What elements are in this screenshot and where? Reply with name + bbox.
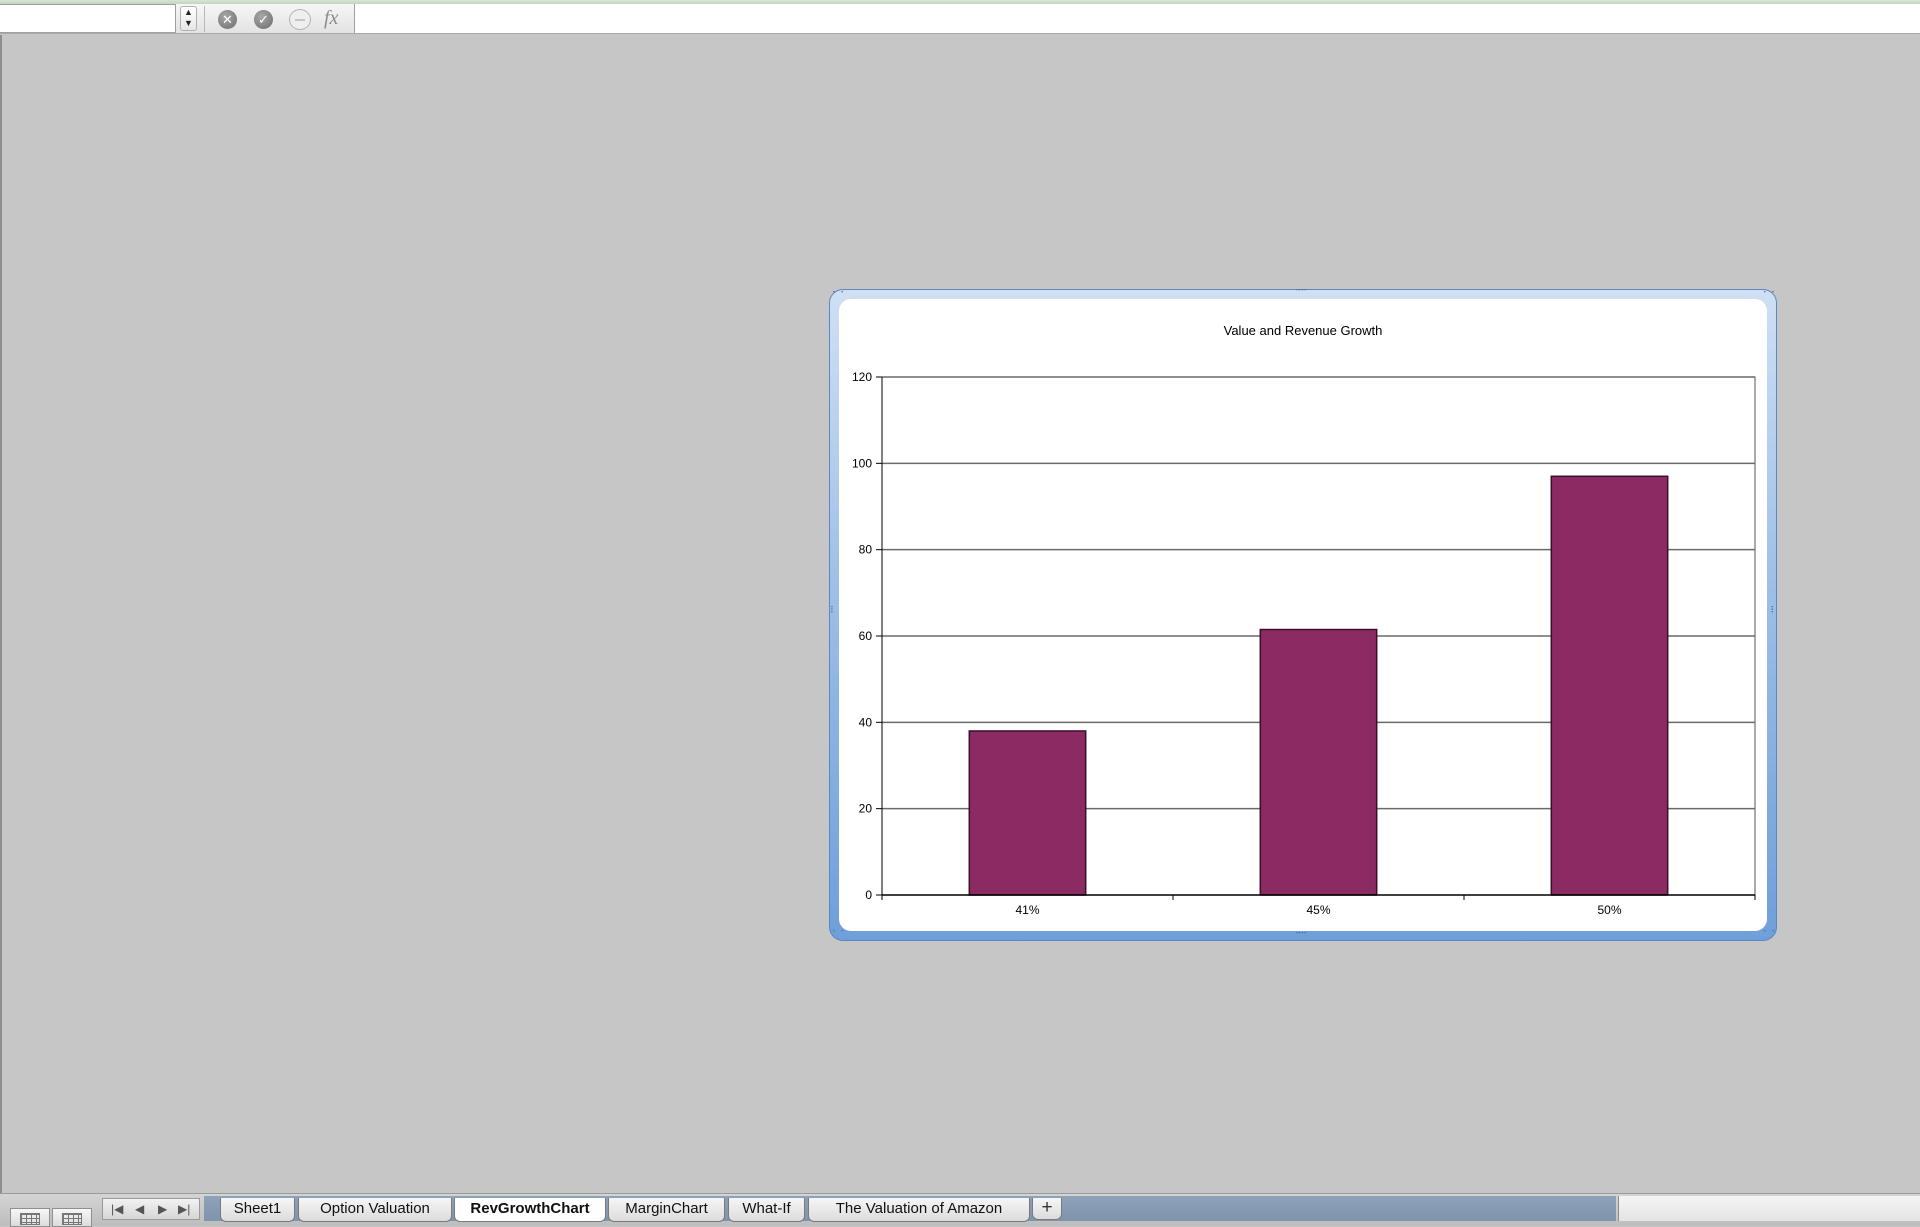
y-tick-label: 120 bbox=[852, 370, 872, 384]
bar bbox=[968, 730, 1087, 896]
x-axis-ticks: 41% 45% 50% bbox=[881, 895, 1756, 917]
resize-handle-top[interactable]: ⠉⠉ bbox=[1295, 289, 1307, 298]
x-tick-label: 41% bbox=[1015, 903, 1039, 917]
tab-what-if[interactable]: What-If bbox=[728, 1198, 805, 1222]
resize-handle-top-right[interactable]: ⠁⠈ bbox=[1763, 291, 1775, 300]
formula-input[interactable] bbox=[354, 4, 1920, 33]
y-tick-label: 80 bbox=[859, 543, 873, 557]
last-sheet-icon[interactable]: ▶| bbox=[178, 1199, 190, 1219]
previous-sheet-icon[interactable]: ◀ bbox=[135, 1199, 144, 1219]
next-sheet-icon[interactable]: ▶ bbox=[158, 1199, 167, 1219]
sheet-tabs-strip: Sheet1 Option Valuation RevGrowthChart M… bbox=[204, 1196, 1616, 1222]
tab-option-valuation[interactable]: Option Valuation bbox=[298, 1198, 452, 1222]
x-circle-icon[interactable]: ✕ bbox=[218, 10, 237, 29]
bar bbox=[1550, 475, 1669, 896]
y-tick-label: 0 bbox=[865, 888, 872, 902]
bar-chart: Value and Revenue Growth 0 20 40 60 80 100 120… bbox=[852, 323, 1756, 917]
y-tick-label: 20 bbox=[859, 802, 873, 816]
page-grid-icon bbox=[62, 1213, 82, 1225]
first-sheet-icon[interactable]: |◀ bbox=[111, 1199, 123, 1219]
resize-handle-left[interactable]: ⠇ bbox=[830, 606, 837, 615]
checkmark-circle-icon[interactable]: ✓ bbox=[254, 10, 273, 29]
formula-bar: ▲ ▼ ✕ ✓ fx bbox=[0, 4, 1920, 34]
x-tick-label: 45% bbox=[1306, 903, 1330, 917]
tab-marginchart[interactable]: MarginChart bbox=[608, 1198, 725, 1222]
grid-icon bbox=[20, 1213, 40, 1225]
y-tick-label: 40 bbox=[859, 715, 873, 729]
resize-handle-bottom[interactable]: ⠉⠉ bbox=[1295, 932, 1307, 941]
y-tick-label: 100 bbox=[852, 456, 872, 470]
insert-function-circle-icon[interactable] bbox=[289, 9, 311, 30]
chart-area[interactable]: Value and Revenue Growth 0 20 40 60 80 100 120… bbox=[839, 299, 1767, 931]
sheet-tab-bar: |◀ ◀ ▶ ▶| Sheet1 Option Valuation RevGro… bbox=[0, 1193, 1920, 1227]
fx-icon[interactable]: fx bbox=[324, 7, 338, 30]
formula-bar-separator bbox=[204, 6, 205, 32]
resize-handle-top-left[interactable]: ⠁⠈ bbox=[832, 291, 844, 300]
horizontal-scrollbar[interactable] bbox=[1618, 1196, 1920, 1221]
resize-handle-right[interactable]: ⠇ bbox=[1770, 606, 1777, 615]
tab-the-valuation-of-amazon[interactable]: The Valuation of Amazon bbox=[808, 1198, 1030, 1222]
resize-handle-bottom-left[interactable]: ⠁⠈ bbox=[832, 930, 844, 939]
tab-revgrowthchart[interactable]: RevGrowthChart bbox=[454, 1198, 606, 1222]
tab-sheet1[interactable]: Sheet1 bbox=[220, 1198, 295, 1222]
name-box-dropdown-icon[interactable]: ▲ ▼ bbox=[180, 6, 197, 31]
chart-object[interactable]: Value and Revenue Growth 0 20 40 60 80 100 120… bbox=[829, 289, 1777, 941]
resize-handle-bottom-right[interactable]: ⠁⠈ bbox=[1763, 930, 1775, 939]
sheet-navigation: |◀ ◀ ▶ ▶| bbox=[102, 1198, 200, 1220]
bars bbox=[968, 475, 1669, 896]
y-tick-label: 60 bbox=[859, 629, 873, 643]
bar bbox=[1259, 628, 1378, 896]
name-box[interactable] bbox=[0, 4, 176, 33]
chart-title: Value and Revenue Growth bbox=[1224, 323, 1383, 338]
page-layout-view-button[interactable] bbox=[52, 1208, 92, 1227]
normal-view-button[interactable] bbox=[10, 1208, 50, 1227]
add-sheet-button[interactable]: + bbox=[1032, 1198, 1062, 1220]
x-tick-label: 50% bbox=[1597, 903, 1621, 917]
